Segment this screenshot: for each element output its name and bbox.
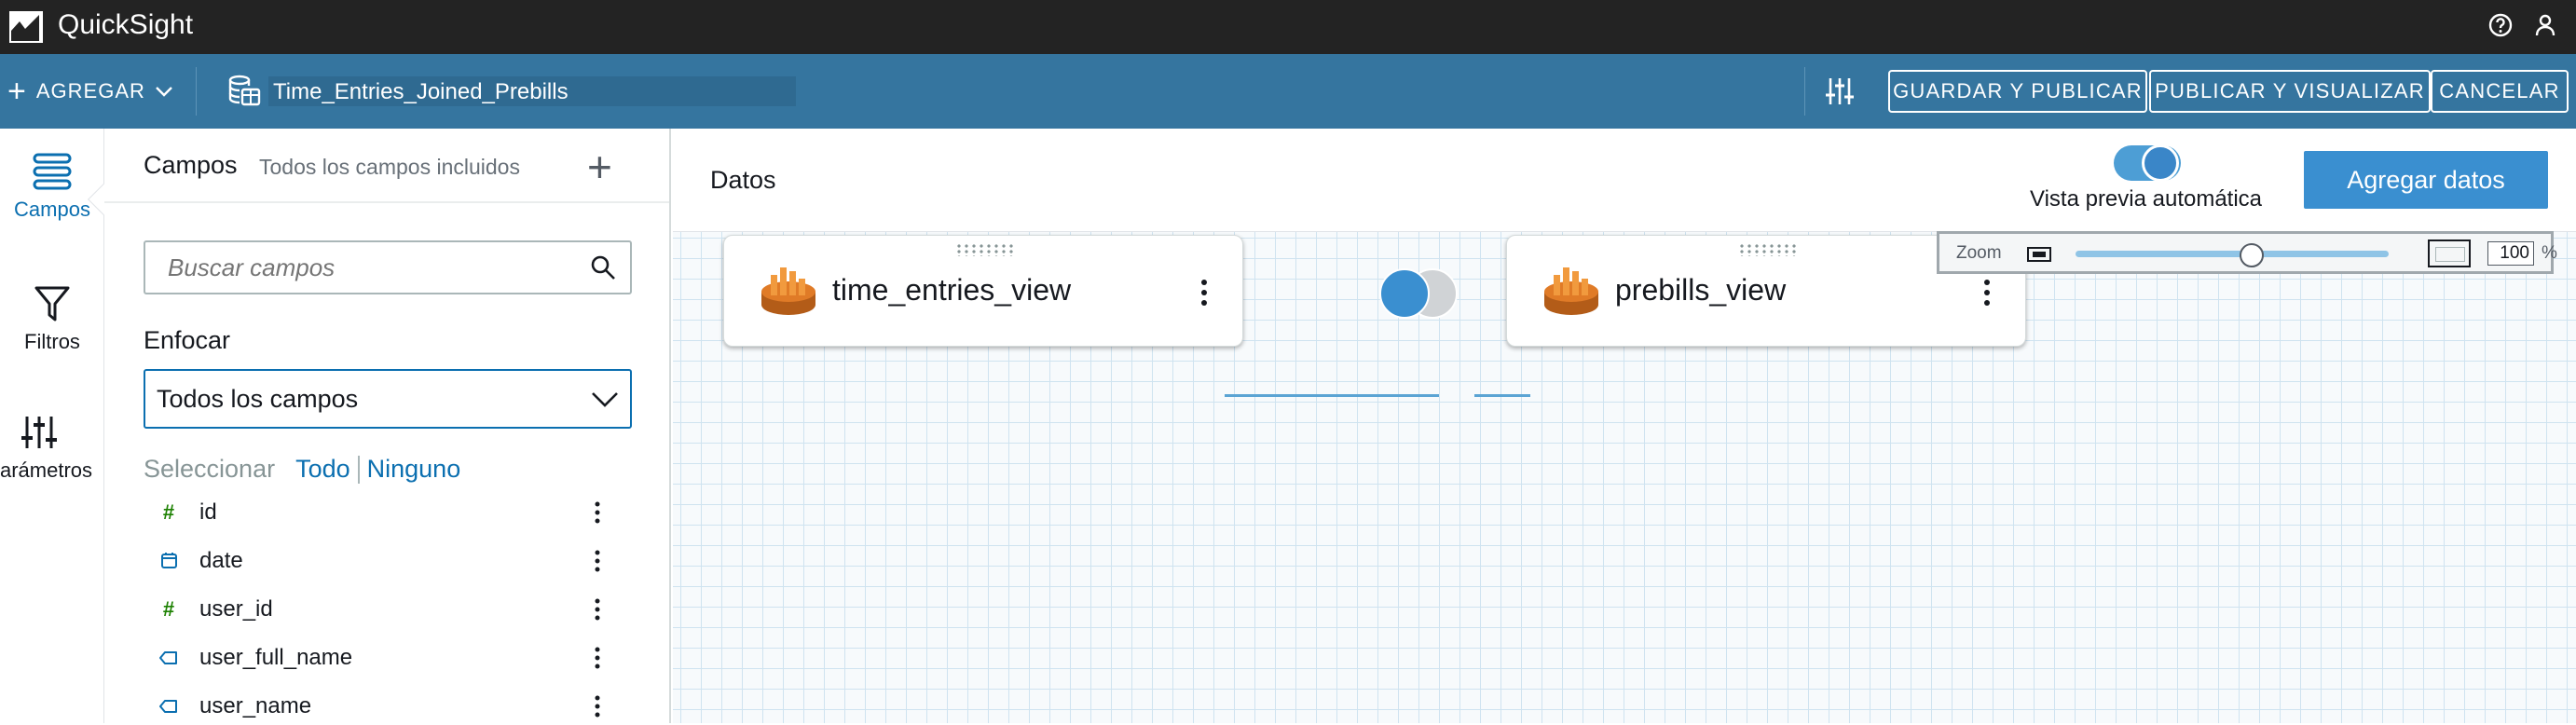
fields-panel-title: Campos [144,151,238,179]
field-name: user_name [199,693,312,718]
select-divider [357,455,360,484]
search-fields-input[interactable] [144,240,632,294]
field-name: id [199,499,217,525]
more-options-icon[interactable] [591,596,604,622]
join-circle-left[interactable] [1379,268,1430,319]
auto-preview-label: Vista previa automática [2030,186,2263,212]
string-type-icon [159,651,177,664]
canvas-title: Datos [710,166,776,194]
rail-item-fields[interactable]: Campos [0,151,104,222]
dataset-toolbar: + AGREGAR Time_Entries_Joined_Prebills G… [0,54,2576,129]
drag-handle-icon[interactable] [955,243,1013,256]
fields-panel: Campos Todos los campos incluidos + Enfo… [88,129,671,725]
number-type-icon: # [162,500,175,524]
chevron-down-icon [592,392,618,407]
field-row[interactable]: # id [144,494,647,531]
zoom-out-icon[interactable] [2027,247,2051,262]
zoom-label: Zoom [1956,243,2002,263]
more-options-icon[interactable] [591,499,604,526]
auto-preview-toggle[interactable] [2114,144,2181,182]
select-label: Seleccionar [144,455,276,483]
dataset-node-time-entries[interactable]: time_entries_view [723,235,1243,347]
number-type-icon: # [162,597,175,621]
zoom-fit-icon[interactable] [2428,239,2471,267]
user-icon[interactable] [2531,11,2559,39]
toolbar-divider [196,67,197,116]
zoom-slider-thumb[interactable] [2240,243,2264,267]
database-table-icon [1544,267,1598,315]
publish-and-visualize-button[interactable]: PUBLICAR Y VISUALIZAR [2149,70,2431,113]
more-options-icon[interactable] [591,548,604,574]
focus-label: Enfocar [144,326,231,354]
select-none-link[interactable]: Ninguno [367,455,461,484]
rail-item-parameters[interactable]: arámetros [0,412,104,483]
field-row[interactable]: user_name [144,688,647,725]
dataset-icon [228,75,261,106]
focus-select[interactable]: Todos los campos [144,369,632,429]
fields-panel-subtitle: Todos los campos incluidos [259,155,520,179]
help-circle-icon[interactable] [2487,11,2514,39]
cancel-button[interactable]: CANCELAR [2431,70,2569,113]
fields-icon [33,153,72,190]
field-row[interactable]: # user_id [144,591,647,628]
data-canvas: Datos Vista previa automática Agregar da… [673,129,2576,723]
rail-item-label: Filtros [24,330,80,353]
database-table-icon [761,267,815,315]
string-type-icon [159,700,177,713]
canvas-header: Datos Vista previa automática Agregar da… [673,129,2576,231]
settings-sliders-icon[interactable] [1821,73,1858,110]
join-connector [1225,394,1439,397]
field-name: date [199,548,243,573]
field-row[interactable]: date [144,542,647,580]
chevron-down-icon [156,87,172,97]
select-all-link[interactable]: Todo [295,455,350,484]
join-connector [1474,394,1530,397]
more-options-icon[interactable] [591,645,604,671]
zoom-unit: % [2542,243,2557,263]
more-options-icon[interactable] [591,693,604,719]
save-and-publish-button[interactable]: GUARDAR Y PUBLICAR [1888,70,2147,113]
focus-select-value: Todos los campos [157,385,359,413]
left-rail: Campos Filtros arámetros [0,129,104,723]
toggle-knob [2142,144,2179,182]
add-data-button[interactable]: Agregar datos [2304,151,2548,209]
add-field-button[interactable]: + [587,142,612,192]
add-button-label: AGREGAR [35,79,145,103]
zoom-control: Zoom 100 % [1937,231,2557,274]
field-name: user_id [199,596,273,622]
field-name: user_full_name [199,645,353,670]
search-icon[interactable] [589,253,617,281]
rail-item-label: arámetros [0,458,93,482]
zoom-value-input[interactable]: 100 [2487,241,2534,266]
top-nav-bar: QuickSight [0,0,2576,54]
app-title: QuickSight [58,9,194,40]
node-name: time_entries_view [832,273,1072,307]
date-type-icon [161,553,177,568]
select-row: Seleccionar Todo Ninguno [144,455,460,484]
rail-item-label: Campos [14,198,90,221]
filter-icon [34,286,70,321]
field-row[interactable]: user_full_name [144,639,647,677]
quicksight-logo-icon [9,11,43,43]
parameters-icon [21,417,57,448]
rail-item-filters[interactable]: Filtros [0,283,104,354]
zoom-slider-track[interactable] [2076,251,2389,257]
more-options-icon[interactable] [1980,277,1994,308]
add-button[interactable]: + AGREGAR [7,73,173,110]
node-name: prebills_view [1615,273,1787,307]
toolbar-divider [1804,67,1805,116]
plus-icon: + [7,74,27,109]
more-options-icon[interactable] [1198,277,1211,308]
panel-divider [104,201,669,203]
dataset-name-input[interactable]: Time_Entries_Joined_Prebills [268,76,796,106]
drag-handle-icon[interactable] [1738,243,1796,256]
